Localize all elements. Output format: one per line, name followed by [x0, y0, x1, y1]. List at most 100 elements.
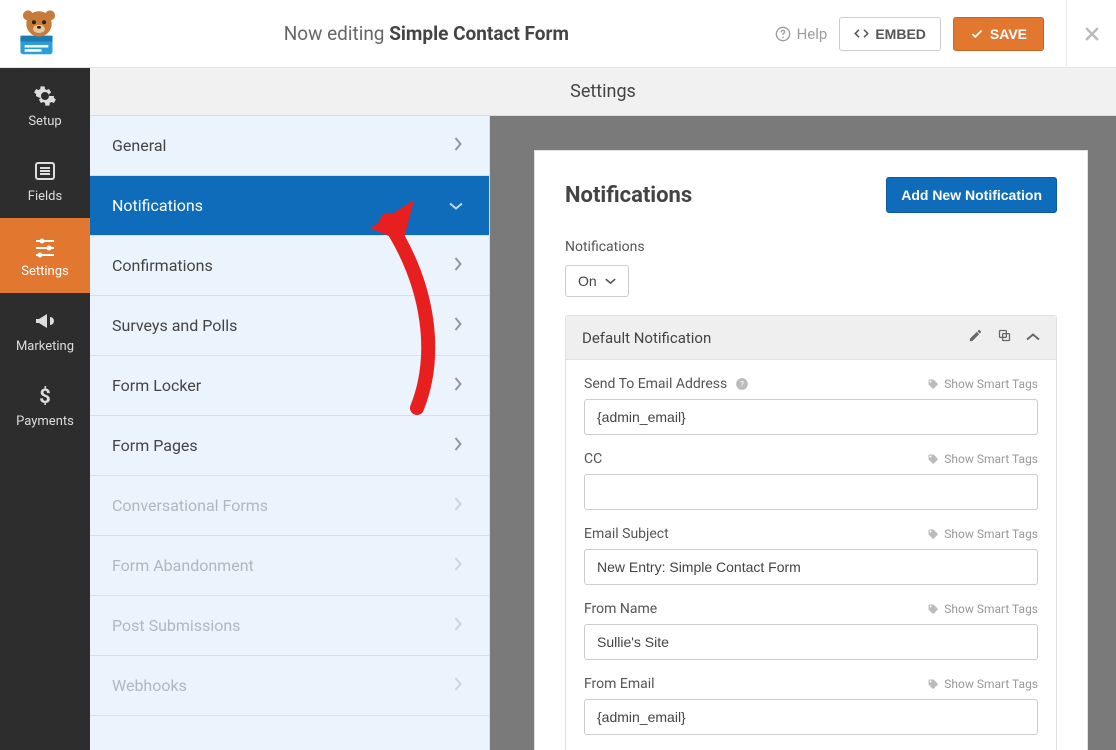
nav-label: Payments: [0, 414, 90, 429]
chevron-right-icon: [454, 676, 463, 695]
bear-logo-icon: [12, 7, 66, 61]
sidebar-item-label: General: [112, 136, 166, 155]
show-smart-tags[interactable]: Show Smart Tags: [927, 677, 1038, 691]
send-to-input[interactable]: [584, 399, 1038, 435]
sidebar-item-label: Form Pages: [112, 436, 198, 455]
lower-layout: Setup Fields Settings Marketing $ Paymen…: [0, 68, 1116, 750]
copy-icon[interactable]: [997, 328, 1012, 347]
notification-item: Default Notification: [565, 315, 1057, 750]
chevron-right-icon: [454, 136, 463, 155]
sidebar-item-general[interactable]: General: [90, 116, 489, 176]
notifications-toggle-label: Notifications: [565, 239, 1057, 255]
save-label: SAVE: [990, 26, 1027, 42]
field-from-email: From Email Show Smart Tags: [584, 676, 1038, 735]
field-cc: CC Show Smart Tags: [584, 451, 1038, 510]
sidebar-item-notifications[interactable]: Notifications: [90, 176, 489, 236]
sidebar-item-conversational[interactable]: Conversational Forms: [90, 476, 489, 536]
sidebar-item-confirmations[interactable]: Confirmations: [90, 236, 489, 296]
notification-item-body: Send To Email Address ? Show Smart Tags: [566, 360, 1056, 750]
close-icon: [1082, 24, 1102, 44]
show-smart-tags[interactable]: Show Smart Tags: [927, 377, 1038, 391]
nav-item-marketing[interactable]: Marketing: [0, 293, 90, 368]
chevron-right-icon: [454, 556, 463, 575]
chevron-right-icon: [454, 376, 463, 395]
embed-button[interactable]: EMBED: [839, 17, 941, 51]
edit-icon[interactable]: [968, 328, 983, 347]
field-label: Send To Email Address ?: [584, 376, 749, 392]
help-label: Help: [797, 25, 828, 43]
gear-icon: [33, 84, 57, 108]
chevron-right-icon: [454, 316, 463, 335]
from-name-input[interactable]: [584, 624, 1038, 660]
nav-label: Setup: [0, 114, 90, 129]
help-icon: [775, 26, 791, 42]
help-link[interactable]: Help: [775, 25, 828, 43]
chevron-down-icon: [605, 278, 616, 285]
chevron-right-icon: [454, 616, 463, 635]
tag-icon: [927, 603, 939, 615]
sidebar-item-post-submissions[interactable]: Post Submissions: [90, 596, 489, 656]
tag-icon: [927, 453, 939, 465]
tag-icon: [927, 378, 939, 390]
sidebar-item-label: Post Submissions: [112, 616, 240, 635]
preview-area: Notifications Add New Notification Notif…: [490, 116, 1116, 750]
nav-item-setup[interactable]: Setup: [0, 68, 90, 143]
sidebar-item-abandonment[interactable]: Form Abandonment: [90, 536, 489, 596]
editing-title: Now editing Simple Contact Form: [78, 22, 775, 45]
save-button[interactable]: SAVE: [953, 17, 1044, 51]
show-smart-tags[interactable]: Show Smart Tags: [927, 452, 1038, 466]
notifications-panel: Notifications Add New Notification Notif…: [534, 150, 1088, 750]
check-icon: [970, 27, 984, 41]
field-label: From Name: [584, 601, 657, 617]
field-label: Email Subject: [584, 526, 669, 542]
help-icon[interactable]: ?: [735, 377, 749, 391]
show-smart-tags[interactable]: Show Smart Tags: [927, 527, 1038, 541]
sidebar-item-label: Webhooks: [112, 676, 187, 695]
tag-icon: [927, 678, 939, 690]
code-icon: [854, 26, 869, 41]
header-actions: Help EMBED SAVE: [775, 0, 1116, 68]
app-logo: [12, 7, 66, 61]
nav-item-settings[interactable]: Settings: [0, 218, 90, 293]
show-smart-tags[interactable]: Show Smart Tags: [927, 602, 1038, 616]
sidebar-item-surveys[interactable]: Surveys and Polls: [90, 296, 489, 356]
sidebar-item-label: Form Abandonment: [112, 556, 254, 575]
main-nav: Setup Fields Settings Marketing $ Paymen…: [0, 68, 90, 750]
sidebar-item-webhooks[interactable]: Webhooks: [90, 656, 489, 716]
subject-input[interactable]: [584, 549, 1038, 585]
sidebar-item-formlocker[interactable]: Form Locker: [90, 356, 489, 416]
top-header: Now editing Simple Contact Form Help EMB…: [0, 0, 1116, 68]
sidebar-item-formpages[interactable]: Form Pages: [90, 416, 489, 476]
nav-label: Settings: [0, 264, 90, 279]
svg-text:$: $: [39, 384, 50, 408]
notification-item-header: Default Notification: [566, 316, 1056, 360]
chevron-right-icon: [454, 256, 463, 275]
settings-title-text: Settings: [570, 81, 636, 102]
chevron-down-icon: [449, 196, 463, 215]
sidebar-item-label: Conversational Forms: [112, 496, 268, 515]
nav-item-fields[interactable]: Fields: [0, 143, 90, 218]
settings-page-title: Settings: [90, 68, 1116, 116]
editing-prefix: Now editing: [284, 22, 385, 45]
nav-label: Fields: [0, 189, 90, 204]
chevron-right-icon: [454, 496, 463, 515]
cc-input[interactable]: [584, 474, 1038, 510]
settings-split: General Notifications Confirmations: [90, 116, 1116, 750]
add-notification-button[interactable]: Add New Notification: [886, 177, 1057, 213]
nav-item-payments[interactable]: $ Payments: [0, 368, 90, 443]
field-label: CC: [584, 451, 602, 467]
sliders-icon: [33, 234, 57, 258]
notification-header-actions: [968, 328, 1040, 347]
collapse-icon[interactable]: [1026, 328, 1040, 347]
dollar-icon: $: [33, 384, 57, 408]
close-button[interactable]: [1066, 0, 1116, 68]
svg-text:?: ?: [740, 379, 744, 389]
settings-sidebar: General Notifications Confirmations: [90, 116, 490, 750]
tag-icon: [927, 528, 939, 540]
sidebar-item-label: Confirmations: [112, 256, 213, 275]
sidebar-item-label: Surveys and Polls: [112, 316, 237, 335]
notifications-toggle[interactable]: On: [565, 265, 629, 297]
from-email-input[interactable]: [584, 699, 1038, 735]
panel-header: Notifications Add New Notification: [565, 177, 1057, 213]
nav-label: Marketing: [0, 339, 90, 354]
